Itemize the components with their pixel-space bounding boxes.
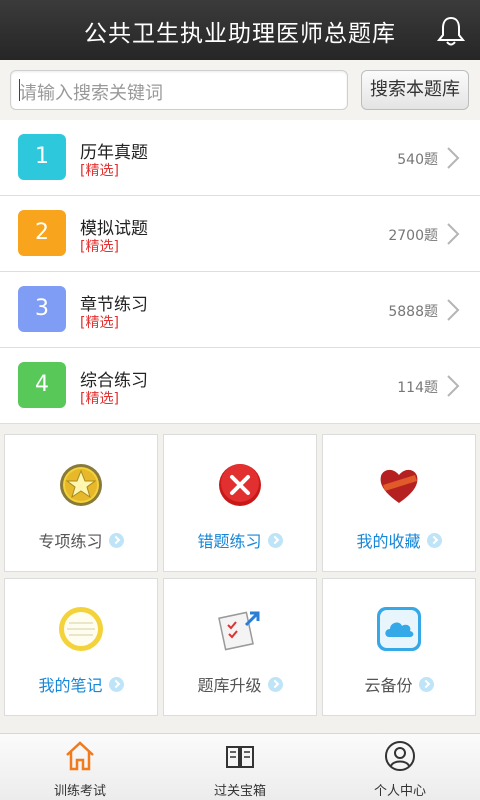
user-icon — [385, 741, 415, 771]
arrow-circle-icon — [108, 533, 124, 548]
app-header: 公共卫生执业助理医师总题库 — [0, 0, 480, 60]
feature-upgrade[interactable]: 题库升级 — [163, 578, 317, 716]
search-bar: 请输入搜索关键词 搜索本题库 — [0, 60, 480, 122]
feature-cloud-backup[interactable]: 云备份 — [322, 578, 476, 716]
bottom-tab-bar: 训练考试 过关宝箱 个人中心 — [0, 733, 480, 800]
tab-treasure-box[interactable]: 过关宝箱 — [160, 734, 320, 800]
category-row-4[interactable]: 4 综合练习 [精选] 114题 — [0, 348, 480, 424]
category-tag: [精选] — [80, 163, 119, 179]
red-x-icon — [219, 464, 261, 506]
arrow-circle-icon — [108, 677, 124, 692]
feature-label: 专项练习 — [38, 532, 103, 551]
chevron-right-icon — [447, 299, 460, 321]
upgrade-checklist-icon — [218, 611, 260, 651]
text-caret — [19, 79, 20, 101]
feature-notes[interactable]: 我的笔记 — [4, 578, 158, 716]
arrow-circle-icon — [267, 533, 283, 548]
tab-training[interactable]: 训练考试 — [0, 734, 160, 800]
arrow-circle-icon — [267, 677, 283, 692]
feature-special-practice[interactable]: 专项练习 — [4, 434, 158, 572]
chevron-right-icon — [447, 147, 460, 169]
feature-grid: 专项练习 错题练习 我的收藏 我的笔记 题库升级 云备份 — [0, 428, 480, 718]
category-number-badge: 4 — [18, 362, 66, 408]
star-badge-icon — [60, 464, 102, 506]
search-button[interactable]: 搜索本题库 — [361, 70, 469, 110]
category-number-badge: 1 — [18, 134, 66, 180]
feature-label: 我的笔记 — [38, 676, 103, 695]
arrow-circle-icon — [418, 677, 434, 692]
category-count: 2700题 — [388, 228, 438, 244]
feature-label: 错题练习 — [197, 532, 262, 551]
home-icon — [66, 741, 94, 771]
feature-wrong-questions[interactable]: 错题练习 — [163, 434, 317, 572]
chevron-right-icon — [447, 375, 460, 397]
feature-label: 云备份 — [364, 676, 413, 695]
category-tag: [精选] — [80, 239, 119, 255]
feature-label: 我的收藏 — [356, 532, 421, 551]
book-icon — [226, 746, 254, 768]
search-input[interactable]: 请输入搜索关键词 — [10, 70, 348, 110]
category-tag: [精选] — [80, 391, 119, 407]
cloud-icon — [377, 607, 421, 651]
heart-icon — [380, 469, 418, 503]
category-tag: [精选] — [80, 315, 119, 331]
category-row-3[interactable]: 3 章节练习 [精选] 5888题 — [0, 272, 480, 348]
search-placeholder: 请输入搜索关键词 — [19, 83, 163, 104]
page-title: 公共卫生执业助理医师总题库 — [84, 21, 396, 47]
bell-icon[interactable] — [436, 15, 466, 47]
tab-personal-center[interactable]: 个人中心 — [320, 734, 480, 800]
category-number-badge: 3 — [18, 286, 66, 332]
category-count: 540题 — [397, 152, 438, 168]
category-count: 5888题 — [388, 304, 438, 320]
notepad-icon — [59, 607, 103, 651]
tab-label: 训练考试 — [53, 784, 106, 799]
tab-label: 过关宝箱 — [213, 784, 266, 799]
chevron-right-icon — [447, 223, 460, 245]
category-row-2[interactable]: 2 模拟试题 [精选] 2700题 — [0, 196, 480, 272]
category-row-1[interactable]: 1 历年真题 [精选] 540题 — [0, 120, 480, 196]
feature-favorites[interactable]: 我的收藏 — [322, 434, 476, 572]
arrow-circle-icon — [426, 533, 442, 548]
tab-label: 个人中心 — [373, 784, 426, 799]
feature-label: 题库升级 — [197, 676, 262, 695]
category-list: 1 历年真题 [精选] 540题 2 模拟试题 [精选] 2700题 3 章节练… — [0, 120, 480, 424]
category-count: 114题 — [397, 380, 438, 396]
category-number-badge: 2 — [18, 210, 66, 256]
